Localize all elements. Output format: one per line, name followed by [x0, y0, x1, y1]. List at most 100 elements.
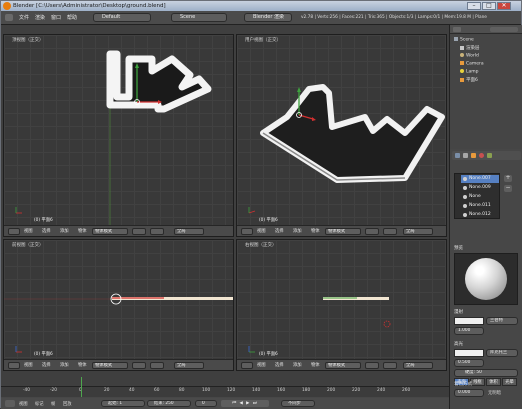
texture-tab-icon[interactable]: [487, 153, 492, 158]
menu-add[interactable]: 添加: [60, 228, 69, 234]
menu-help[interactable]: 帮助: [67, 14, 77, 21]
timeline-editor[interactable]: -40 -20 0 20 40 60 80 100 120 140 160 18…: [1, 377, 449, 409]
mode-selector[interactable]: 物体模式: [92, 362, 128, 369]
specular-shader-selector[interactable]: 库克托兰: [486, 349, 518, 357]
add-slot-button[interactable]: +: [504, 175, 512, 182]
pivot-button[interactable]: [383, 362, 397, 369]
diffuse-intensity-input[interactable]: 1.000: [454, 327, 484, 335]
emit-input[interactable]: 0.000: [454, 389, 484, 397]
outliner-item-world[interactable]: World: [460, 53, 479, 59]
mode-selector[interactable]: 物体模式: [325, 228, 361, 235]
menu-object[interactable]: 物体: [311, 228, 320, 234]
menu-select[interactable]: 选择: [42, 362, 51, 368]
layout-selector[interactable]: Default: [93, 13, 151, 22]
menu-file[interactable]: 文件: [19, 14, 29, 21]
menu-object[interactable]: 物体: [78, 362, 87, 368]
tab-halo[interactable]: 光晕: [502, 378, 517, 386]
tab-volume[interactable]: 体积: [486, 378, 501, 386]
menu-view[interactable]: 视图: [257, 228, 266, 234]
scene-selector[interactable]: Scene: [171, 13, 227, 22]
pivot-button[interactable]: [150, 362, 164, 369]
shading-button[interactable]: [365, 228, 379, 235]
menu-window[interactable]: 窗口: [51, 14, 61, 21]
menu-marker[interactable]: 标记: [35, 401, 44, 407]
outliner-search-input[interactable]: [490, 27, 518, 32]
menu-add[interactable]: 添加: [60, 362, 69, 368]
menu-frame[interactable]: 帧: [51, 401, 55, 407]
material-slot[interactable]: None.011: [461, 202, 499, 210]
render-tab-icon[interactable]: [455, 153, 460, 158]
preview-section-header[interactable]: 预览: [454, 245, 463, 251]
diffuse-section-header[interactable]: 漫射: [454, 309, 463, 315]
menu-select[interactable]: 选择: [42, 228, 51, 234]
material-slot[interactable]: None.009: [461, 184, 499, 192]
sync-mode-selector[interactable]: 不同步: [281, 400, 315, 407]
material-slot[interactable]: None: [461, 193, 499, 201]
menu-object[interactable]: 物体: [311, 362, 320, 368]
orientation-selector[interactable]: 全局: [174, 362, 204, 369]
playback-controls[interactable]: ⏮ ◀ ▶ ⏭: [221, 400, 269, 407]
shading-button[interactable]: [365, 362, 379, 369]
editor-type-button[interactable]: [5, 400, 15, 407]
diffuse-color-swatch[interactable]: [454, 317, 484, 325]
shadeless-checkbox[interactable]: 无明暗: [488, 390, 501, 396]
menu-select[interactable]: 选择: [275, 228, 284, 234]
viewport-right[interactable]: 右视图（正交） (0) 平面6 视图 选择 添加 物体 物体模式 全局: [236, 239, 447, 371]
editor-type-button[interactable]: [241, 362, 253, 369]
specular-color-swatch[interactable]: [454, 349, 484, 357]
material-slot[interactable]: None.012: [461, 211, 499, 219]
material-tab-icon[interactable]: [479, 153, 484, 158]
minimize-button[interactable]: –: [467, 2, 481, 10]
editor-type-button[interactable]: [8, 362, 20, 369]
tab-wire[interactable]: 线框: [470, 378, 485, 386]
editor-type-icon[interactable]: [5, 14, 13, 21]
shading-section-header[interactable]: 着色方式: [454, 381, 472, 387]
menu-object[interactable]: 物体: [78, 228, 87, 234]
menu-view[interactable]: 视图: [19, 401, 28, 407]
close-button[interactable]: ✕: [497, 2, 511, 10]
menu-render[interactable]: 渲染: [35, 14, 45, 21]
timeline-ruler[interactable]: -40 -20 0 20 40 60 80 100 120 140 160 18…: [1, 377, 449, 397]
maximize-button[interactable]: □: [482, 2, 496, 10]
shading-button[interactable]: [132, 362, 146, 369]
outliner-item-plane[interactable]: 平面6: [460, 77, 478, 83]
specular-intensity-input[interactable]: 0.500: [454, 359, 484, 367]
end-frame-input[interactable]: 结束: 250: [147, 400, 191, 407]
material-slot[interactable]: None.007: [461, 175, 499, 183]
pivot-button[interactable]: [383, 228, 397, 235]
editor-type-button[interactable]: [8, 228, 20, 235]
viewport-top[interactable]: 顶视图（正交） (0) 平面6 视图 选择 添加 物体 物体模式 全局: [3, 34, 234, 237]
outliner-item-camera[interactable]: Camera: [460, 61, 484, 67]
start-frame-input[interactable]: 起始: 1: [101, 400, 145, 407]
orientation-selector[interactable]: 全局: [403, 362, 433, 369]
menu-add[interactable]: 添加: [293, 228, 302, 234]
playhead[interactable]: [81, 377, 82, 397]
menu-playback[interactable]: 回放: [63, 401, 72, 407]
mode-selector[interactable]: 物体模式: [325, 362, 361, 369]
view-menu-icon[interactable]: [453, 27, 461, 32]
orientation-selector[interactable]: 全局: [403, 228, 433, 235]
specular-section-header[interactable]: 高光: [454, 341, 463, 347]
viewport-front[interactable]: 前视图（正交） (0) 平面6 视图 选择 添加 物体 物体模式 全局: [3, 239, 234, 371]
menu-view[interactable]: 视图: [24, 362, 33, 368]
menu-add[interactable]: 添加: [293, 362, 302, 368]
outliner-item-render-layers[interactable]: 渲染层: [460, 45, 480, 51]
scene-tab-icon[interactable]: [463, 153, 468, 158]
menu-select[interactable]: 选择: [275, 362, 284, 368]
pivot-button[interactable]: [150, 228, 164, 235]
menu-view[interactable]: 视图: [257, 362, 266, 368]
outliner-item-scene[interactable]: Scene: [454, 37, 474, 43]
hardness-input[interactable]: 硬度: 50: [454, 369, 518, 377]
diffuse-shader-selector[interactable]: 兰伯特: [486, 317, 518, 325]
render-engine-selector[interactable]: Blender 渲染: [244, 13, 292, 22]
menu-view[interactable]: 视图: [24, 228, 33, 234]
orientation-selector[interactable]: 全局: [174, 228, 204, 235]
viewport-user[interactable]: 用户视图（正交） (0) 平面6 视图 选择 添加 物体 物体模式 全局: [236, 34, 447, 237]
mode-selector[interactable]: 物体模式: [92, 228, 128, 235]
outliner-item-lamp[interactable]: Lamp: [460, 69, 479, 75]
object-tab-icon[interactable]: [471, 153, 476, 158]
current-frame-input[interactable]: 0: [195, 400, 217, 407]
remove-slot-button[interactable]: −: [504, 185, 512, 192]
editor-type-button[interactable]: [241, 228, 253, 235]
shading-button[interactable]: [132, 228, 146, 235]
